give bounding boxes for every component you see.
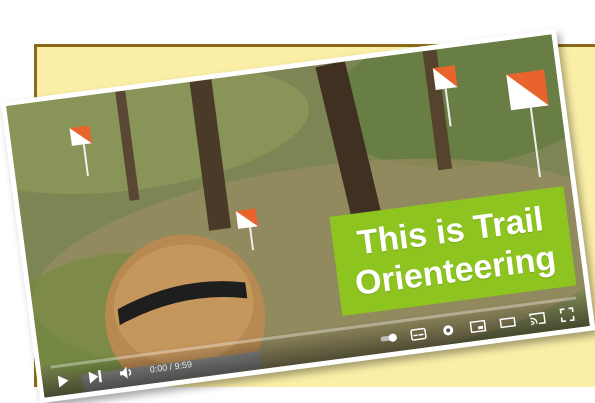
theater-icon[interactable] xyxy=(498,313,518,331)
volume-icon[interactable] xyxy=(117,364,137,382)
fullscreen-icon[interactable] xyxy=(557,306,577,324)
next-icon[interactable] xyxy=(85,368,105,386)
time-display: 0:00 / 9:59 xyxy=(149,359,193,375)
cast-icon[interactable] xyxy=(527,310,547,328)
settings-icon[interactable] xyxy=(438,321,458,339)
controls-left: 0:00 / 9:59 xyxy=(54,356,193,390)
miniplayer-icon[interactable] xyxy=(468,317,488,335)
subtitles-icon[interactable] xyxy=(409,325,429,343)
play-icon[interactable] xyxy=(54,372,74,390)
autoplay-toggle[interactable] xyxy=(379,329,399,347)
